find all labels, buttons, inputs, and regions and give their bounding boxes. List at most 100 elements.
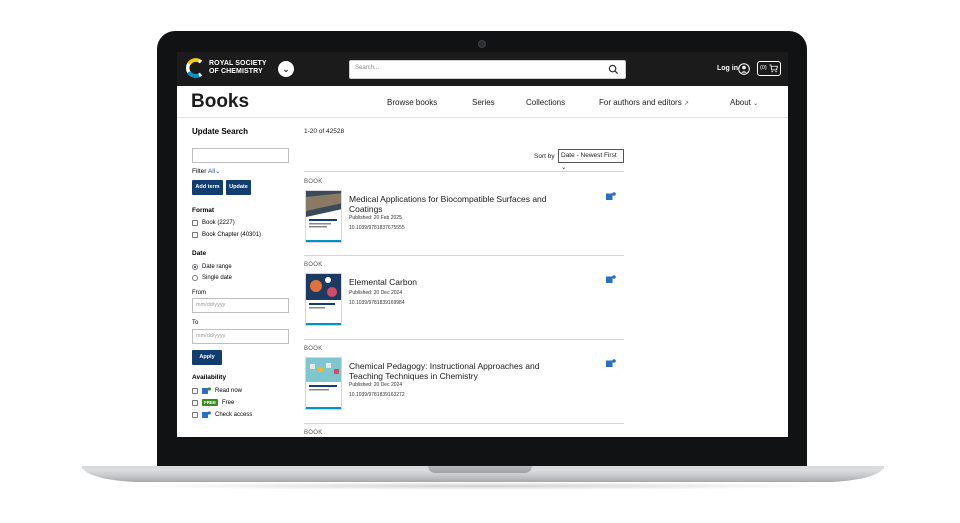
nav-for-authors[interactable]: For authors and editors ↗ [599,98,689,107]
cart-count: (0) [760,65,767,71]
sort-label: Sort by [534,153,555,160]
read-now-icon [202,387,211,394]
from-label: From [192,290,206,296]
photo-stage: ROYAL SOCIETY OF CHEMISTRY ⌄ Search... L… [0,0,960,523]
result-item: BOOK Medical Applications for Biocompati… [304,171,624,255]
check-access-icon [202,411,211,418]
availability-free[interactable]: FREE Free [192,399,234,406]
result-doi[interactable]: 10.1039/9781837675555 [349,225,405,231]
to-label: To [192,320,199,326]
site-header: ROYAL SOCIETY OF CHEMISTRY ⌄ Search... L… [177,52,788,86]
format-option-label: Book Chapter (40301) [202,232,262,238]
access-icon [606,192,616,200]
logo-line-1: ROYAL SOCIETY [209,60,267,67]
nav-about-label: About [730,98,751,107]
checkbox[interactable] [192,399,198,406]
date-option-range[interactable]: Date range [192,264,232,270]
login-link[interactable]: Log in [717,65,738,72]
search-icon[interactable] [608,64,619,75]
sort-select[interactable]: Date - Newest First ⌄ [558,149,624,171]
cart-icon [769,64,778,73]
external-link-icon: ↗ [683,101,689,107]
nav-for-authors-label: For authors and editors [599,98,682,107]
result-published: Published: 20 Dec 2024 [349,382,403,388]
nav-browse-books[interactable]: Browse books [387,98,437,107]
date-heading: Date [192,250,207,257]
checkbox[interactable] [192,387,198,394]
format-option-book[interactable]: Book (2227) [192,220,235,226]
nav-about[interactable]: About ⌄ [730,98,758,107]
chevron-down-icon: ⌄ [215,168,221,175]
access-icon [606,275,616,283]
date-option-single[interactable]: Single date [192,275,232,281]
search-box[interactable]: Search... [349,60,626,79]
access-icon [606,359,616,367]
availability-label: Check access [215,411,253,418]
free-badge: FREE [202,399,219,406]
cover-art [306,191,341,242]
laptop-notch [428,466,532,473]
result-title[interactable]: Chemical Pedagogy: Instructional Approac… [349,361,554,381]
radio[interactable] [192,275,198,281]
format-heading: Format [192,207,215,214]
add-term-button[interactable]: Add term [192,180,223,195]
nav-collections[interactable]: Collections [526,98,565,107]
availability-check-access[interactable]: Check access [192,411,252,418]
result-kind: BOOK [304,179,323,185]
format-option-label: Book (2227) [202,220,235,226]
result-doi[interactable]: 10.1039/9781839163272 [349,392,405,398]
book-cover[interactable] [305,357,342,410]
result-title[interactable]: Elemental Carbon [349,277,554,287]
availability-label: Read now [215,387,243,394]
date-option-label: Date range [202,264,232,270]
checkbox[interactable] [192,220,198,226]
from-date-input[interactable]: mm/dd/yyyy [192,298,289,313]
result-kind: BOOK [304,430,323,436]
update-search-input[interactable] [192,148,289,163]
nav-series[interactable]: Series [472,98,495,107]
book-cover[interactable] [305,190,342,243]
camera-icon [478,40,486,48]
checkbox[interactable] [192,232,198,238]
search-input[interactable]: Search... [355,65,379,71]
user-icon[interactable] [738,63,750,75]
update-button[interactable]: Update [226,180,251,195]
book-cover[interactable] [305,273,342,326]
update-search-heading: Update Search [192,127,249,136]
result-doi[interactable]: 10.1039/9781839169984 [349,300,405,306]
rsc-logo-icon [186,58,203,78]
cover-art [306,274,341,325]
format-option-book-chapter[interactable]: Book Chapter (40301) [192,232,261,238]
results-count: 1-20 of 42528 [304,128,345,135]
laptop-shadow [120,482,846,490]
filter-dropdown[interactable]: Filter All⌄ [192,167,221,175]
result-title[interactable]: Medical Applications for Biocompatible S… [349,194,554,214]
chevron-down-icon: ⌄ [753,101,759,107]
sort-value: Date - Newest First [561,152,617,159]
apply-button[interactable]: Apply [192,350,222,365]
rsc-logo[interactable]: ROYAL SOCIETY OF CHEMISTRY [186,58,267,78]
result-kind: BOOK [304,346,323,352]
chevron-down-icon: ⌄ [561,164,567,171]
to-date-input[interactable]: mm/dd/yyyy [192,329,289,344]
checkbox[interactable] [192,411,198,418]
logo-text: ROYAL SOCIETY OF CHEMISTRY [209,60,267,76]
result-published: Published: 20 Dec 2024 [349,290,403,296]
chevron-down-icon[interactable]: ⌄ [278,61,294,77]
cart-button[interactable]: (0) [757,61,781,76]
result-item: BOOK [304,423,624,437]
result-item: BOOK Elemental Carbon Published: 20 Dec … [304,255,624,339]
result-item: BOOK Chemical Pedagogy: Instructional Ap… [304,339,624,423]
result-published: Published: 20 Feb 2025 [349,215,402,221]
date-option-label: Single date [202,275,233,281]
radio-selected[interactable] [192,264,198,270]
title-bar: Books Browse books Series Collections Fo… [177,86,788,118]
filter-label: Filter [192,168,207,175]
result-kind: BOOK [304,262,323,268]
availability-heading: Availability [192,374,227,381]
logo-line-2: OF CHEMISTRY [209,68,263,75]
page-title: Books [191,91,250,112]
availability-read-now[interactable]: Read now [192,387,242,394]
cover-art [306,358,341,409]
availability-label: Free [222,399,235,406]
